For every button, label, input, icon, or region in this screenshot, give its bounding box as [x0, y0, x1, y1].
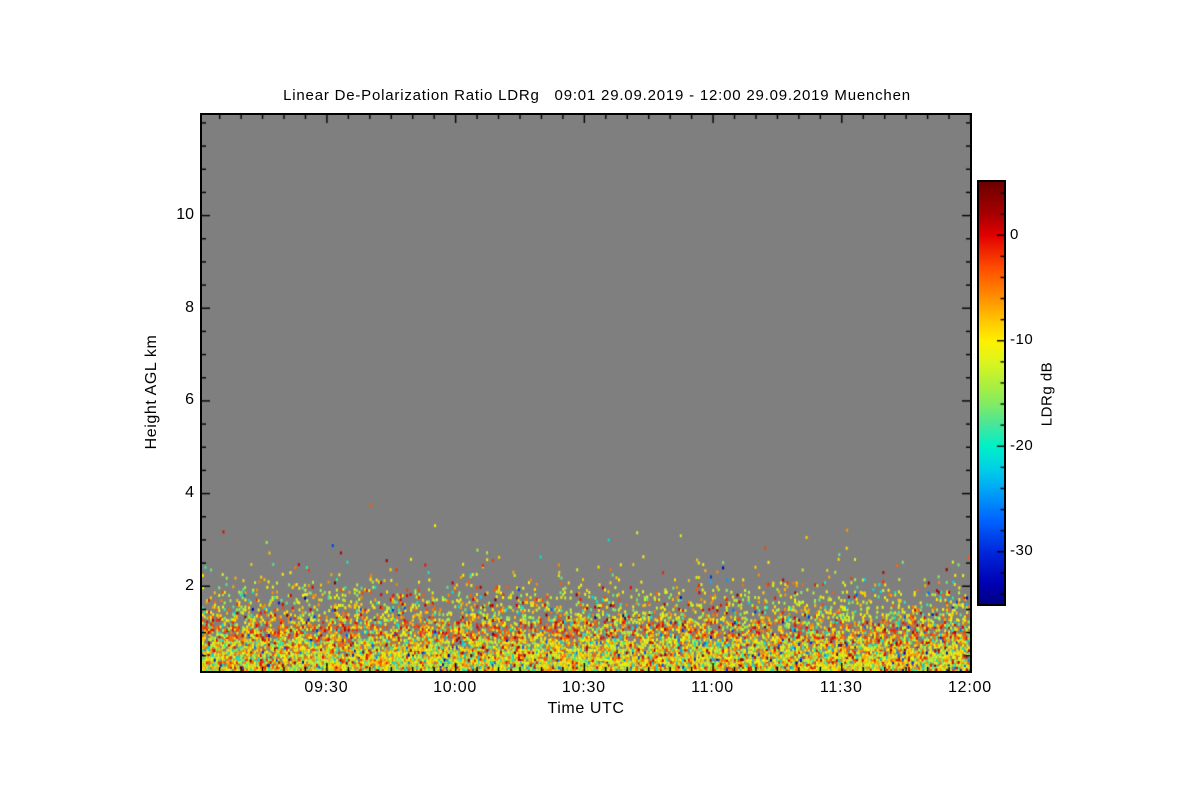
y-tick-label-4: 4 — [185, 484, 194, 502]
colorbar-canvas — [979, 182, 1004, 604]
colorbar-tick-label--10: -10 — [1010, 331, 1034, 349]
x-tick-label-11:30: 11:30 — [819, 679, 863, 696]
x-tick-label-09:30: 09:30 — [304, 679, 349, 696]
y-tick-label-10: 10 — [176, 206, 194, 224]
y-tick-label-6: 6 — [185, 391, 194, 409]
x-axis-title: Time UTC — [547, 700, 625, 717]
chart-title: Linear De-Polarization Ratio LDRg 09:01 … — [283, 87, 911, 104]
heatmap-canvas — [202, 115, 970, 671]
colorbar-tick-label--20: -20 — [1010, 436, 1034, 454]
x-tick-label-10:30: 10:30 — [561, 679, 606, 696]
colorbar-axis-title: LDRg dB — [1038, 361, 1056, 427]
colorbar-tick-label--30: -30 — [1010, 542, 1034, 560]
x-tick-label-12:00: 12:00 — [947, 679, 993, 696]
y-tick-label-2: 2 — [185, 576, 194, 594]
x-tick-label-10:00: 10:00 — [433, 679, 478, 696]
y-tick-label-8: 8 — [185, 298, 194, 316]
colorbar-tick-label-0: 0 — [1010, 225, 1019, 243]
colorbar-frame — [977, 180, 1006, 606]
x-tick-label-11:00: 11:00 — [691, 679, 734, 696]
lidar-quicklook-page: Linear De-Polarization Ratio LDRg 09:01 … — [0, 0, 1200, 800]
plot-area-frame — [200, 113, 972, 673]
